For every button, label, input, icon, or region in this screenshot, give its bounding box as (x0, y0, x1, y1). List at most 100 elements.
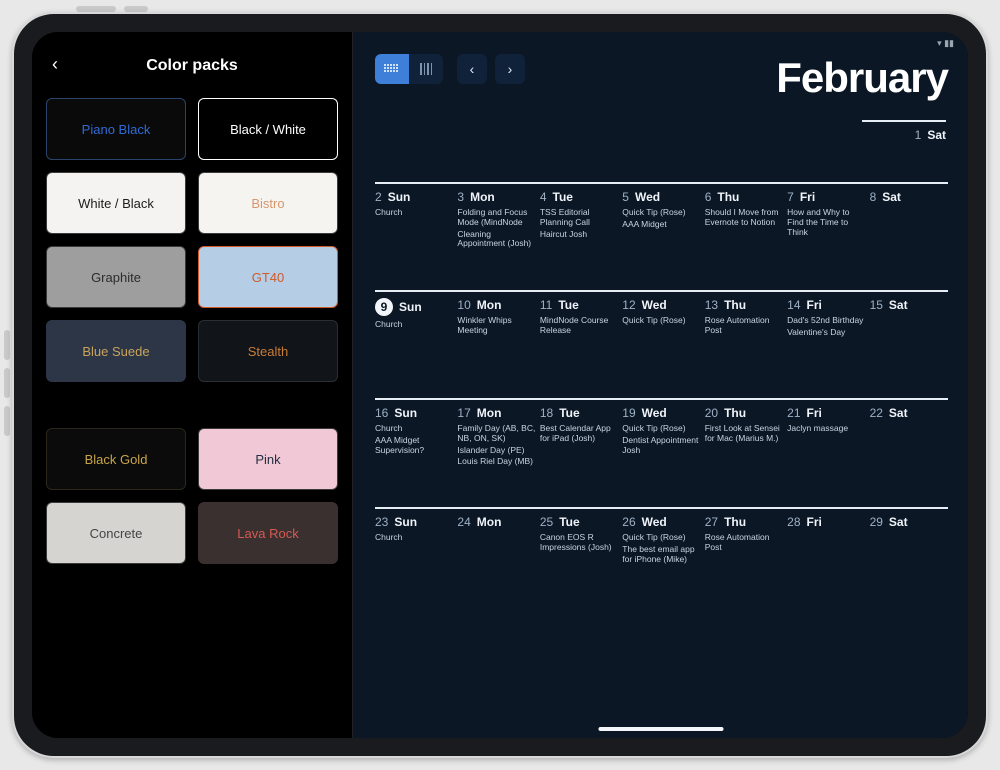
day-cell[interactable]: 22Sat (870, 406, 948, 467)
day-cell[interactable]: 16SunChurchAAA Midget Supervision? (375, 406, 453, 467)
day-cell[interactable]: 21FriJaclyn massage (787, 406, 865, 467)
next-month-button[interactable]: › (495, 54, 525, 84)
day-cell[interactable]: 5WedQuick Tip (Rose)AAA Midget (622, 190, 700, 250)
chevron-left-icon: ‹ (52, 54, 58, 74)
event-item[interactable]: Dentist Appointment Josh (622, 436, 700, 456)
day-events: Family Day (AB, BC, NB, ON, SK) Islander … (457, 424, 535, 467)
month-title: February (776, 54, 948, 102)
event-item[interactable]: Winkler Whips Meeting (457, 316, 535, 336)
day-cell[interactable]: 27ThuRose Automation Post (705, 515, 783, 575)
event-item[interactable]: AAA Midget (622, 220, 700, 230)
day-number: 13 (705, 298, 718, 312)
day-cell[interactable]: 23SunChurch (375, 515, 453, 575)
day-cell[interactable]: 11TueMindNode Course Release (540, 298, 618, 358)
day-number: 15 (870, 298, 883, 312)
day-cell[interactable]: 9SunChurch (375, 298, 453, 358)
day-cell[interactable]: 20ThuFirst Look at Sensei for Mac (Mariu… (705, 406, 783, 467)
day-events: Winkler Whips Meeting (457, 316, 535, 336)
day-cell[interactable]: 29Sat (870, 515, 948, 575)
day-cell[interactable]: 17MonFamily Day (AB, BC, NB, ON, SK)Isla… (457, 406, 535, 467)
event-item[interactable]: Church (375, 208, 453, 218)
day-number: 24 (457, 515, 470, 529)
event-item[interactable]: Cleaning Appointment (Josh) (457, 230, 535, 250)
event-item[interactable]: Valentine's Day (787, 328, 865, 338)
event-item[interactable]: The best email app for iPhone (Mike) (622, 545, 700, 565)
day-events: Quick Tip (Rose) (622, 316, 700, 326)
day-cell[interactable]: 8Sat (870, 190, 948, 250)
day-number: 26 (622, 515, 635, 529)
event-item[interactable]: Church (375, 424, 453, 434)
calendar-week: 9SunChurch10MonWinkler Whips Meeting11Tu… (375, 290, 948, 358)
color-pack-swatch[interactable]: Piano Black (46, 98, 186, 160)
back-button[interactable]: ‹ (52, 54, 58, 75)
day-cell[interactable]: 7FriHow and Why to Find the Time to Thin… (787, 190, 865, 250)
day-cell[interactable]: 15Sat (870, 298, 948, 358)
chevron-left-icon: ‹ (470, 61, 475, 77)
event-item[interactable]: TSS Editorial Planning Call (540, 208, 618, 228)
day-name: Sun (388, 190, 411, 204)
event-item[interactable]: Family Day (AB, BC, NB, ON, SK) (457, 424, 535, 444)
event-item[interactable]: First Look at Sensei for Mac (Marius M.) (705, 424, 783, 444)
event-item[interactable]: Islander Day (PE) (457, 446, 535, 456)
day-events: MindNode Course Release (540, 316, 618, 336)
prev-month-button[interactable]: ‹ (457, 54, 487, 84)
event-item[interactable]: Louis Riel Day (MB) (457, 457, 535, 467)
color-pack-swatch[interactable]: Bistro (198, 172, 338, 234)
day-cell[interactable]: 6ThuShould I Move from Evernote to Notio… (705, 190, 783, 250)
day-cell[interactable]: 2SunChurch (375, 190, 453, 250)
color-pack-swatch[interactable]: Graphite (46, 246, 186, 308)
color-pack-swatch[interactable]: Pink (198, 428, 338, 490)
day-cell[interactable]: 28Fri (787, 515, 865, 575)
grid-icon (384, 64, 400, 74)
day-cell[interactable]: 1 Sat (862, 120, 946, 142)
event-item[interactable]: Quick Tip (Rose) (622, 533, 700, 543)
day-cell[interactable]: 19WedQuick Tip (Rose)Dentist Appointment… (622, 406, 700, 467)
day-cell[interactable]: 13ThuRose Automation Post (705, 298, 783, 358)
day-cell[interactable]: 26WedQuick Tip (Rose)The best email app … (622, 515, 700, 575)
day-name: Mon (470, 190, 495, 204)
day-cell[interactable]: 12WedQuick Tip (Rose) (622, 298, 700, 358)
day-cell[interactable]: 24Mon (457, 515, 535, 575)
color-pack-swatch[interactable]: Concrete (46, 502, 186, 564)
event-item[interactable]: Quick Tip (Rose) (622, 424, 700, 434)
event-item[interactable]: AAA Midget Supervision? (375, 436, 453, 456)
event-item[interactable]: Jaclyn massage (787, 424, 865, 434)
day-cell[interactable]: 25TueCanon EOS R Impressions (Josh) (540, 515, 618, 575)
event-item[interactable]: MindNode Course Release (540, 316, 618, 336)
color-pack-swatch[interactable]: Stealth (198, 320, 338, 382)
color-pack-swatch[interactable]: GT40 (198, 246, 338, 308)
event-item[interactable]: Folding and Focus Mode (MindNode (457, 208, 535, 228)
day-name: Sat (889, 406, 908, 420)
day-cell[interactable]: 4TueTSS Editorial Planning CallHaircut J… (540, 190, 618, 250)
event-item[interactable]: Quick Tip (Rose) (622, 208, 700, 218)
event-item[interactable]: Canon EOS R Impressions (Josh) (540, 533, 618, 553)
event-item[interactable]: Dad's 52nd Birthday (787, 316, 865, 326)
color-pack-swatch[interactable]: Lava Rock (198, 502, 338, 564)
event-item[interactable]: Should I Move from Evernote to Notion (705, 208, 783, 228)
event-item[interactable]: How and Why to Find the Time to Think (787, 208, 865, 237)
color-pack-swatch[interactable]: Blue Suede (46, 320, 186, 382)
day-cell[interactable]: 14FriDad's 52nd BirthdayValentine's Day (787, 298, 865, 358)
chevron-right-icon: › (508, 61, 513, 77)
day-cell[interactable]: 10MonWinkler Whips Meeting (457, 298, 535, 358)
view-mode-grid[interactable] (375, 54, 409, 84)
event-item[interactable]: Rose Automation Post (705, 316, 783, 336)
color-pack-swatch[interactable]: Black Gold (46, 428, 186, 490)
event-item[interactable]: Best Calendar App for iPad (Josh) (540, 424, 618, 444)
view-mode-list[interactable] (409, 54, 443, 84)
day-cell[interactable]: 18TueBest Calendar App for iPad (Josh) (540, 406, 618, 467)
color-pack-swatch[interactable]: Black / White (198, 98, 338, 160)
event-item[interactable]: Church (375, 533, 453, 543)
home-indicator[interactable] (598, 727, 723, 731)
event-item[interactable]: Haircut Josh (540, 230, 618, 240)
day-events: How and Why to Find the Time to Think (787, 208, 865, 237)
day-name: Fri (800, 190, 815, 204)
color-pack-swatch[interactable]: White / Black (46, 172, 186, 234)
event-item[interactable]: Church (375, 320, 453, 330)
event-item[interactable]: Rose Automation Post (705, 533, 783, 553)
event-item[interactable]: Quick Tip (Rose) (622, 316, 700, 326)
day-name: Sat (927, 128, 946, 142)
day-name: Sun (399, 300, 422, 314)
day-cell[interactable]: 3MonFolding and Focus Mode (MindNodeClea… (457, 190, 535, 250)
day-number: 21 (787, 406, 800, 420)
